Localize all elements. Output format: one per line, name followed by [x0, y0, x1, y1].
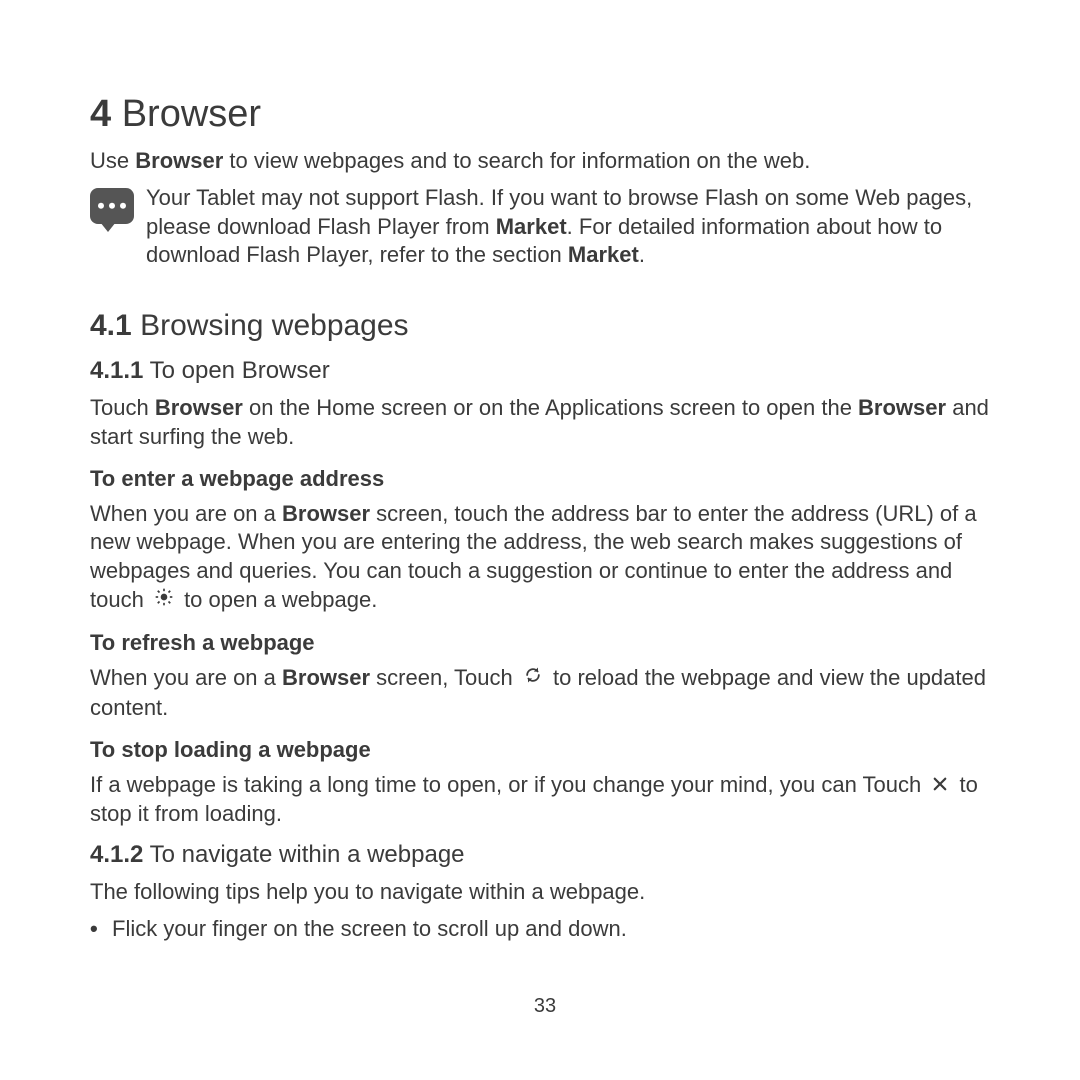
- bold-term: Browser: [155, 395, 243, 420]
- refresh-icon: [523, 664, 543, 694]
- note-text: Your Tablet may not support Flash. If yo…: [146, 184, 1000, 270]
- intro-paragraph: Use Browser to view webpages and to sear…: [90, 147, 1000, 176]
- sub-heading: To refresh a webpage: [90, 629, 1000, 658]
- speech-bubble-icon: [90, 188, 134, 224]
- subsection-heading: 4.1.2 To navigate within a webpage: [90, 839, 1000, 870]
- bold-term: Browser: [135, 148, 223, 173]
- bold-term: Browser: [858, 395, 946, 420]
- close-icon: [931, 772, 949, 801]
- subsection-number: 4.1.2: [90, 841, 143, 868]
- bold-term: Market: [496, 214, 567, 239]
- chapter-number: 4: [90, 93, 111, 135]
- section-title: Browsing webpages: [140, 309, 409, 342]
- section-heading: 4.1 Browsing webpages: [90, 306, 1000, 345]
- subsection-title: To navigate within a webpage: [150, 841, 465, 868]
- note-callout: Your Tablet may not support Flash. If yo…: [90, 184, 1000, 270]
- body-paragraph: Touch Browser on the Home screen or on t…: [90, 394, 1000, 451]
- document-page: 4 Browser Use Browser to view webpages a…: [0, 0, 1080, 1019]
- body-paragraph: When you are on a Browser screen, Touch …: [90, 664, 1000, 723]
- subsection-title: To open Browser: [150, 357, 330, 384]
- section-number: 4.1: [90, 309, 132, 342]
- bold-term: Market: [568, 242, 639, 267]
- bullet-list: Flick your finger on the screen to scrol…: [90, 915, 1000, 944]
- body-paragraph: When you are on a Browser screen, touch …: [90, 500, 1000, 615]
- chapter-title: Browser: [122, 93, 261, 135]
- brightness-icon: [154, 586, 174, 615]
- bold-term: Browser: [282, 665, 370, 690]
- subsection-number: 4.1.1: [90, 357, 143, 384]
- bold-term: Browser: [282, 501, 370, 526]
- list-item: Flick your finger on the screen to scrol…: [90, 915, 1000, 944]
- subsection-heading: 4.1.1 To open Browser: [90, 355, 1000, 386]
- sub-heading: To enter a webpage address: [90, 465, 1000, 494]
- body-paragraph: If a webpage is taking a long time to op…: [90, 771, 1000, 829]
- body-paragraph: The following tips help you to navigate …: [90, 878, 1000, 907]
- page-number: 33: [90, 993, 1000, 1019]
- sub-heading: To stop loading a webpage: [90, 736, 1000, 765]
- chapter-heading: 4 Browser: [90, 90, 1000, 139]
